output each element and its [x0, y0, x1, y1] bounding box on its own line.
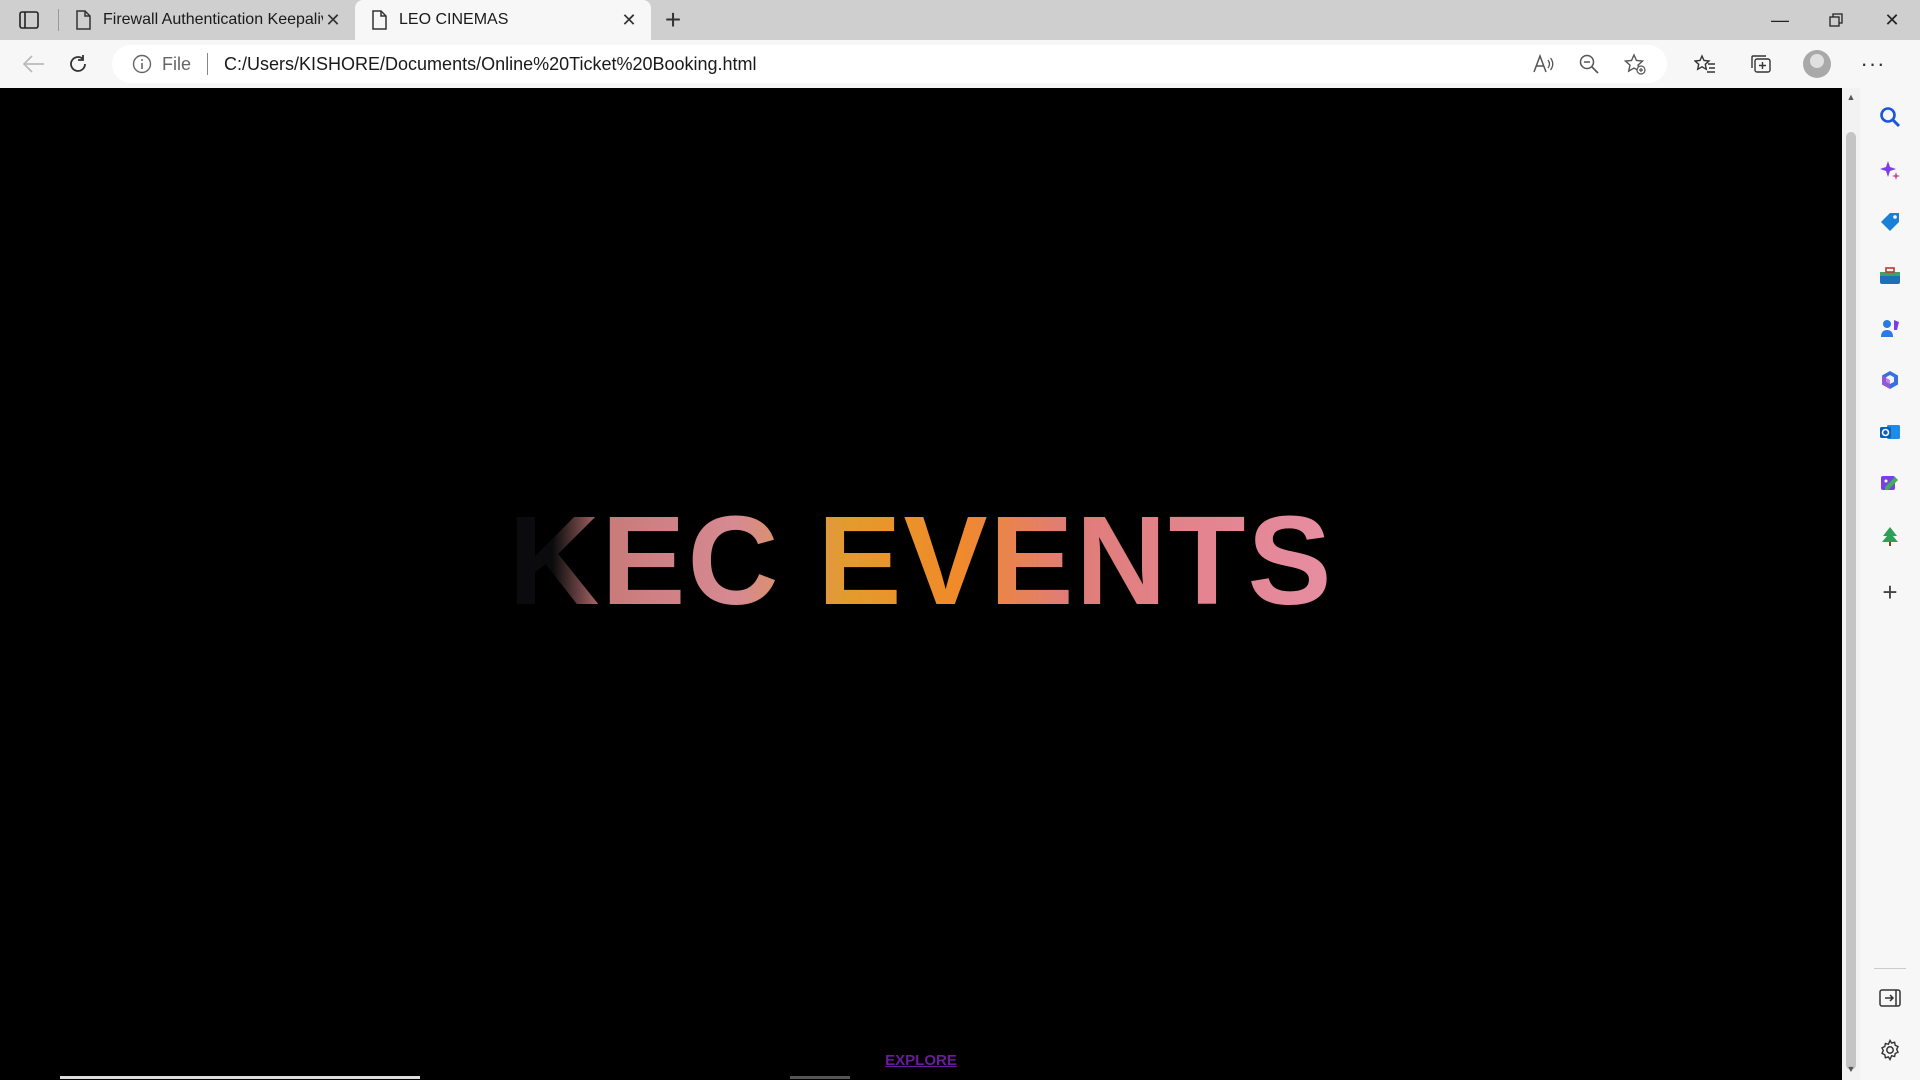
- back-arrow-icon: [23, 55, 44, 73]
- scrollbar-thumb[interactable]: [1846, 132, 1856, 1070]
- horizontal-scroll-indicator: [790, 1076, 850, 1079]
- tab-actions-icon: [19, 11, 39, 29]
- scheme-label: File: [162, 53, 192, 74]
- outlook-icon: [1880, 425, 1900, 439]
- designer-icon: [1881, 476, 1898, 490]
- restore-icon: [1829, 13, 1843, 27]
- sidebar-games[interactable]: [1860, 308, 1920, 348]
- minimize-icon: —: [1771, 9, 1789, 30]
- tab-actions-button[interactable]: [0, 0, 58, 40]
- page-icon: [76, 10, 91, 30]
- page-viewport: KEC EVENTS EXPLORE: [0, 88, 1842, 1080]
- toolbar-right: ···: [1677, 44, 1901, 84]
- sidebar-designer[interactable]: [1860, 464, 1920, 504]
- sidebar-outlook[interactable]: [1860, 412, 1920, 452]
- read-aloud-button[interactable]: [1527, 48, 1559, 80]
- tree-icon: [1882, 527, 1898, 546]
- favorites-button[interactable]: [1677, 44, 1733, 84]
- collections-button[interactable]: [1733, 44, 1789, 84]
- address-separator: [207, 53, 209, 75]
- more-icon: ···: [1860, 51, 1886, 76]
- copilot-icon: [1880, 161, 1900, 180]
- close-icon[interactable]: ✕: [323, 10, 343, 31]
- tab-strip: Firewall Authentication Keepalive ✕ LEO …: [0, 0, 1920, 40]
- add-icon: +: [1882, 576, 1898, 607]
- scroll-up-icon[interactable]: ▲: [1842, 92, 1860, 102]
- sidebar-tree[interactable]: [1860, 516, 1920, 556]
- sidebar-add[interactable]: +: [1860, 572, 1920, 612]
- plus-icon: +: [664, 4, 682, 35]
- scroll-down-icon[interactable]: ▼: [1842, 1064, 1860, 1074]
- back-button[interactable]: [12, 44, 56, 84]
- url-text[interactable]: C:/Users/KISHORE/Documents/Online%20Tick…: [224, 54, 757, 75]
- horizontal-scroll-indicator: [60, 1076, 420, 1079]
- window-controls: — ✕: [1752, 0, 1920, 40]
- address-bar[interactable]: File C:/Users/KISHORE/Documents/Online%2…: [112, 45, 1667, 83]
- profile-button[interactable]: [1789, 44, 1845, 84]
- hero-title: KEC EVENTS: [0, 488, 1842, 633]
- sidebar-copilot[interactable]: [1860, 150, 1920, 190]
- close-icon: ✕: [1884, 9, 1900, 30]
- toolbox-icon: [1880, 267, 1900, 284]
- settings-more-button[interactable]: ···: [1845, 44, 1901, 84]
- refresh-icon: [70, 55, 86, 72]
- new-tab-button[interactable]: +: [651, 0, 695, 40]
- edge-sidebar: +: [1860, 88, 1920, 1080]
- sidebar-microsoft365[interactable]: [1860, 360, 1920, 400]
- tab-leo-cinemas[interactable]: LEO CINEMAS ✕: [355, 0, 651, 40]
- address-actions: [1527, 48, 1651, 80]
- zoom-out-button[interactable]: [1573, 48, 1605, 80]
- microsoft365-icon: [1882, 371, 1898, 389]
- collections-icon: [1751, 55, 1771, 73]
- sidebar-settings[interactable]: [1860, 1030, 1920, 1070]
- sidebar-divider: [1874, 968, 1906, 969]
- hide-sidebar-icon: [1879, 989, 1901, 1007]
- close-window-button[interactable]: ✕: [1864, 0, 1920, 40]
- settings-icon: [1881, 1039, 1899, 1061]
- info-icon: [132, 54, 152, 74]
- sidebar-hide[interactable]: [1860, 978, 1920, 1018]
- refresh-button[interactable]: [56, 44, 100, 84]
- sidebar-search[interactable]: [1860, 97, 1920, 137]
- tab-firewall[interactable]: Firewall Authentication Keepalive ✕: [59, 0, 355, 40]
- shopping-tag-icon: [1881, 213, 1899, 231]
- vertical-scrollbar[interactable]: ▲ ▼: [1842, 88, 1860, 1080]
- star-add-icon: [1624, 53, 1646, 75]
- search-icon: [1880, 107, 1901, 128]
- sidebar-tools[interactable]: [1860, 256, 1920, 296]
- read-aloud-icon: [1533, 54, 1554, 73]
- tab-title: Firewall Authentication Keepalive: [103, 11, 323, 28]
- browser-toolbar: File C:/Users/KISHORE/Documents/Online%2…: [0, 40, 1920, 88]
- explore-link[interactable]: EXPLORE: [0, 1052, 1842, 1069]
- zoom-out-icon: [1579, 54, 1599, 74]
- avatar: [1803, 50, 1831, 78]
- site-info-button[interactable]: File: [132, 54, 191, 75]
- restore-button[interactable]: [1808, 0, 1864, 40]
- favorites-icon: [1694, 54, 1715, 73]
- close-icon[interactable]: ✕: [619, 10, 639, 31]
- add-favorite-button[interactable]: [1619, 48, 1651, 80]
- sidebar-shopping[interactable]: [1860, 202, 1920, 242]
- page-icon: [372, 10, 387, 30]
- games-icon: [1881, 320, 1899, 337]
- tab-title: LEO CINEMAS: [399, 11, 509, 28]
- minimize-button[interactable]: —: [1752, 0, 1808, 40]
